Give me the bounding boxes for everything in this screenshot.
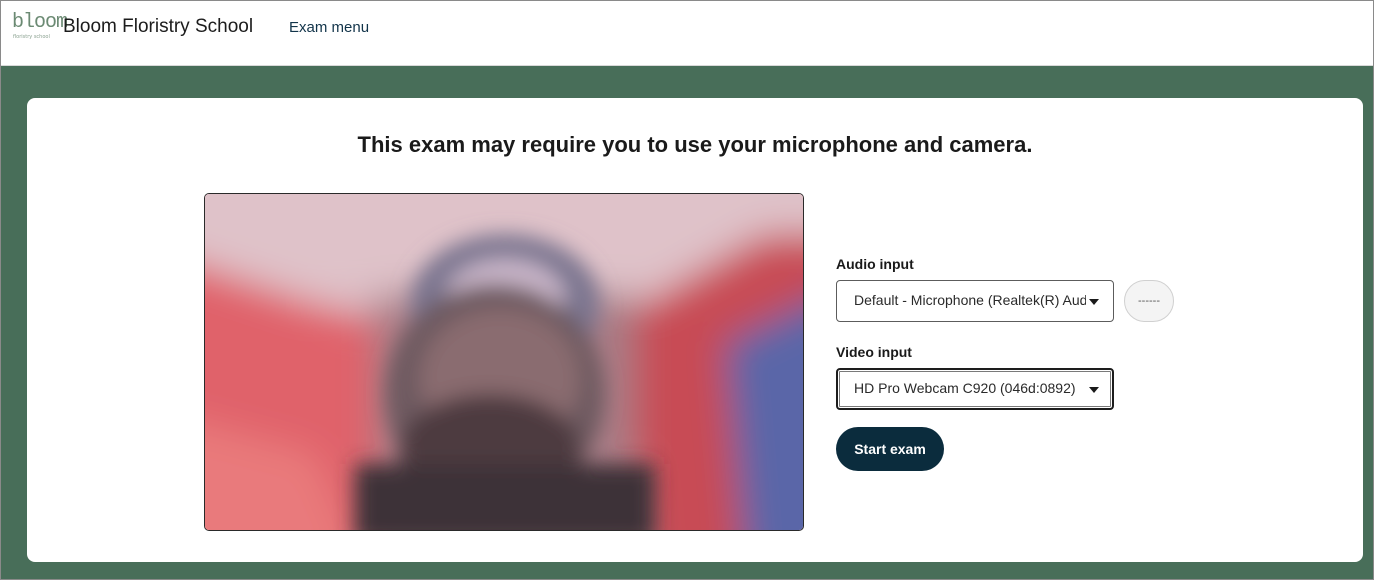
chevron-down-icon [1089,299,1099,305]
logo-tagline: floristry school [13,34,50,40]
school-name: Bloom Floristry School [63,16,254,37]
audio-level-meter: ------ [1124,280,1174,322]
main-background: This exam may require you to use your mi… [1,66,1373,579]
top-navigation-bar: bloom floristry school Bloom Floristry S… [1,1,1373,66]
device-check-card: This exam may require you to use your mi… [27,98,1363,562]
logo-wordmark: bloom [12,11,68,34]
audio-input-select[interactable]: Default - Microphone (Realtek(R) Audio) [836,280,1114,322]
audio-input-value: Default - Microphone (Realtek(R) Audio) [854,292,1086,308]
chevron-down-icon [1089,387,1099,393]
exam-menu-link[interactable]: Exam menu [289,19,369,36]
bloom-logo[interactable]: bloom floristry school [12,13,68,43]
exam-setup-window: bloom floristry school Bloom Floristry S… [0,0,1374,580]
camera-preview-image [205,194,803,530]
video-input-value: HD Pro Webcam C920 (046d:0892) [854,380,1076,396]
camera-preview [204,193,804,531]
page-heading: This exam may require you to use your mi… [357,132,1033,157]
video-input-select[interactable]: HD Pro Webcam C920 (046d:0892) [836,368,1114,410]
audio-input-label: Audio input [836,256,914,272]
start-exam-button[interactable]: Start exam [836,427,944,471]
video-input-label: Video input [836,344,912,360]
